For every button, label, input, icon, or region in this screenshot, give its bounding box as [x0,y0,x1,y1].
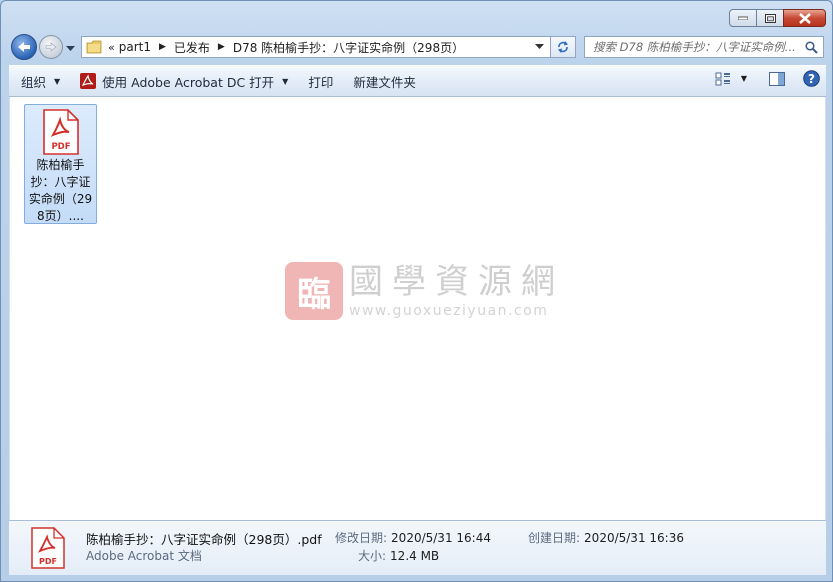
created-value: 2020/5/31 16:36 [584,531,684,545]
chevron-down-icon: ▼ [282,76,289,86]
chevron-down-icon[interactable]: ▼ [741,74,747,83]
details-size: 大小: 12.4 MB [358,547,439,564]
folder-icon [86,40,102,54]
new-folder-button[interactable]: 新建文件夹 [345,69,424,93]
details-created: 创建日期: 2020/5/31 16:36 [528,529,684,546]
view-options-button[interactable]: ▼ [715,72,747,86]
help-icon: ? [803,70,820,87]
pdf-icon: PDF [31,527,65,569]
new-folder-label: 新建文件夹 [353,74,416,90]
maximize-button[interactable] [756,9,784,27]
watermark-url: www.guoxueziyuan.com [349,303,549,319]
modified-label: 修改日期: [335,531,388,545]
pdf-icon: PDF [42,109,79,155]
explorer-window: « part1 ▶ 已发布 ▶ D78 陈柏榆手抄：八字证实命例（298页） 组… [0,0,833,582]
breadcrumb-overflow[interactable]: « [108,41,115,54]
size-value: 12.4 MB [390,549,440,563]
breadcrumb-part1[interactable]: part1 [119,40,151,54]
details-modified: 修改日期: 2020/5/31 16:44 [335,529,491,546]
details-filetype: Adobe Acrobat 文档 [86,549,202,563]
minimize-icon [738,16,748,20]
preview-pane-button[interactable] [769,71,785,86]
toolbar-right: ▼ ? [703,70,820,87]
breadcrumb-current-folder[interactable]: D78 陈柏榆手抄：八字证实命例（298页） [233,39,464,56]
created-label: 创建日期: [528,531,581,545]
svg-text:?: ? [808,72,815,86]
file-item[interactable]: PDF 陈柏榆手抄：八字证实命例（298页）.... [24,104,97,224]
chevron-down-icon [66,46,75,51]
close-button[interactable] [783,9,826,27]
address-dropdown-icon[interactable] [535,44,544,50]
recent-pages-button[interactable] [66,41,75,55]
forward-button[interactable] [39,35,63,59]
breadcrumb-separator-icon[interactable]: ▶ [159,42,166,52]
open-with-label: 使用 Adobe Acrobat DC 打开 [102,74,275,90]
arrow-right-icon [45,42,57,52]
organize-menu[interactable]: 组织 ▼ [13,69,68,93]
watermark-seal: 臨 [285,262,343,320]
caption-buttons [729,9,826,27]
view-options-icon [715,72,730,85]
minimize-button[interactable] [729,9,757,27]
arrow-left-icon [18,42,30,52]
print-button[interactable]: 打印 [300,69,341,93]
watermark: 臨 國學資源網 www.guoxueziyuan.com [285,262,564,320]
close-icon [798,12,811,24]
watermark-title: 國學資源網 [349,262,564,302]
search-icon[interactable] [805,41,818,54]
back-button[interactable] [11,34,37,60]
pdf-badge-label: PDF [39,557,57,566]
print-label: 打印 [308,74,334,90]
organize-label: 组织 [21,74,47,90]
chevron-down-icon: ▼ [54,76,61,86]
file-name: 陈柏榆手抄：八字证实命例（298页）.... [28,158,93,223]
command-bar: 组织 ▼ 使用 Adobe Acrobat DC 打开 ▼ 打印 新建文件夹 ▼ [9,65,826,97]
modified-value: 2020/5/31 16:44 [391,531,491,545]
details-filename: 陈柏榆手抄：八字证实命例（298页）.pdf [86,532,322,547]
search-box[interactable] [584,36,824,58]
open-with-button[interactable]: 使用 Adobe Acrobat DC 打开 ▼ [72,69,296,93]
search-input[interactable] [593,40,803,54]
acrobat-icon [80,73,97,89]
breadcrumb-separator-icon[interactable]: ▶ [218,42,225,52]
refresh-icon [558,41,568,53]
refresh-button[interactable] [551,36,576,58]
address-bar[interactable]: « part1 ▶ 已发布 ▶ D78 陈柏榆手抄：八字证实命例（298页） [81,36,551,58]
breadcrumb-published[interactable]: 已发布 [174,39,210,56]
preview-pane-icon [769,71,785,86]
pdf-badge-label: PDF [51,142,70,152]
details-pane: PDF 陈柏榆手抄：八字证实命例（298页）.pdf Adobe Acrobat… [9,520,826,575]
size-label: 大小: [358,549,387,563]
file-list-area[interactable]: PDF 陈柏榆手抄：八字证实命例（298页）.... 臨 國學資源網 www.g… [9,97,826,520]
maximize-icon [764,13,776,23]
help-button[interactable]: ? [803,70,820,87]
